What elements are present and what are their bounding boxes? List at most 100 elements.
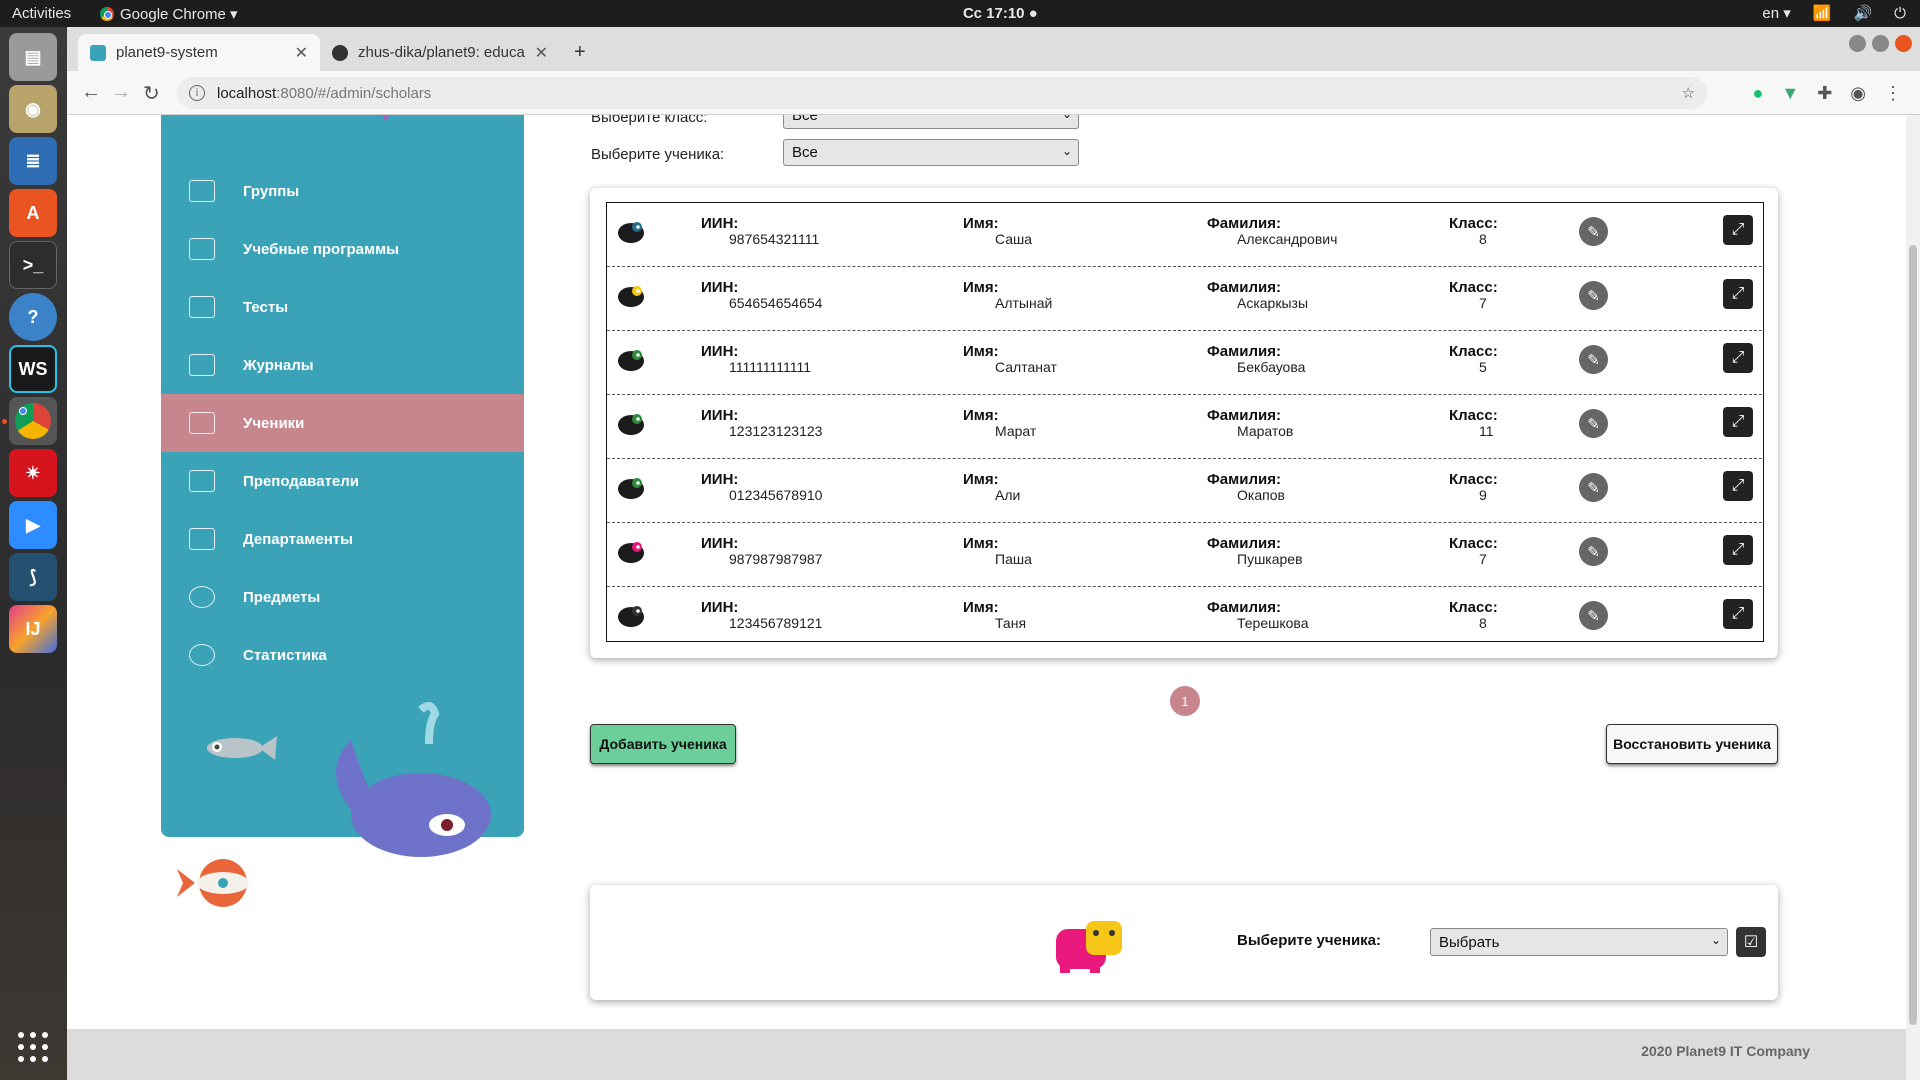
volume-icon[interactable]: 🔊	[1853, 4, 1872, 22]
cat-icon	[618, 414, 644, 435]
forward-icon[interactable]: →	[111, 81, 131, 104]
class-label: Класс:	[1449, 599, 1498, 616]
expand-student-button[interactable]: ⤢	[1723, 471, 1753, 501]
sidebar-item-label: Департаменты	[243, 530, 353, 548]
edit-student-button[interactable]: ✎	[1579, 537, 1608, 566]
surname-label: Фамилия:	[1207, 215, 1281, 232]
lang-indicator[interactable]: en ▾	[1762, 4, 1790, 22]
new-tab-button[interactable]: +	[562, 34, 602, 71]
sidebar-item-departments[interactable]: Департаменты	[161, 510, 524, 568]
extensions-puzzle-icon[interactable]: ✚	[1817, 83, 1832, 104]
rocket-fish-illustration-icon	[177, 859, 249, 907]
edit-student-button[interactable]: ✎	[1579, 217, 1608, 246]
add-student-button[interactable]: Добавить ученика	[590, 724, 736, 764]
edit-student-button[interactable]: ✎	[1579, 345, 1608, 374]
sidebar-item-tests[interactable]: Тесты	[161, 278, 524, 336]
iin-label: ИИН:	[701, 215, 739, 232]
power-icon[interactable]: ⏻	[1894, 5, 1906, 22]
webstorm-icon[interactable]: WS	[9, 345, 57, 393]
expand-student-button[interactable]: ⤢	[1723, 279, 1753, 309]
pencil-icon: ✎	[1587, 287, 1600, 305]
students-card: ИИН: 987654321111 Имя: Саша Фамилия: Александ…	[590, 188, 1778, 658]
close-tab-icon[interactable]: ✕	[535, 43, 548, 63]
show-apps-icon[interactable]	[18, 1032, 48, 1062]
confirm-select-button[interactable]: ☑	[1736, 927, 1766, 957]
terminal-icon[interactable]: >_	[9, 241, 57, 289]
page-scrollbar[interactable]	[1906, 115, 1920, 1080]
bookmark-star-icon[interactable]: ☆	[1682, 84, 1695, 102]
minimize-icon[interactable]	[1849, 35, 1866, 52]
chrome-dock-icon[interactable]	[9, 397, 57, 445]
edit-student-button[interactable]: ✎	[1579, 601, 1608, 630]
sidebar-item-subjects[interactable]: Предметы	[161, 568, 524, 626]
table-row: ИИН: 111111111111 Имя: Салтанат Фамилия: Бекб…	[607, 331, 1762, 395]
edit-student-button[interactable]: ✎	[1579, 473, 1608, 502]
help-icon[interactable]: ?	[9, 293, 57, 341]
surname-value: Александрович	[1237, 231, 1338, 247]
hippo-illustration-icon	[1056, 921, 1122, 973]
restore-student-button[interactable]: Восстановить ученика	[1606, 724, 1778, 764]
software-center-icon[interactable]: A	[9, 189, 57, 237]
address-bar[interactable]: i localhost:8080/#/admin/scholars ☆	[177, 77, 1707, 109]
github-favicon-icon	[332, 44, 348, 61]
iin-value: 987987987987	[729, 551, 823, 567]
rhythmbox-icon[interactable]: ◉	[9, 85, 57, 133]
edit-student-button[interactable]: ✎	[1579, 409, 1608, 438]
back-icon[interactable]: ←	[81, 81, 101, 104]
files-icon[interactable]: ▤	[9, 33, 57, 81]
sidebar-item-groups[interactable]: Группы	[161, 162, 524, 220]
browser-toolbar: ← → ↻ i localhost:8080/#/admin/scholars …	[67, 71, 1920, 115]
grammarly-icon[interactable]: ●	[1752, 83, 1763, 104]
close-tab-icon[interactable]: ✕	[295, 43, 308, 63]
surname-label: Фамилия:	[1207, 471, 1281, 488]
reload-icon[interactable]: ↻	[143, 81, 160, 106]
activities-button[interactable]: Activities	[12, 5, 71, 22]
app-menu[interactable]: Google Chrome ▾	[100, 5, 238, 23]
maximize-icon[interactable]	[1872, 35, 1889, 52]
intellij-icon[interactable]: IJ	[9, 605, 57, 653]
vue-devtools-icon[interactable]: ▼	[1781, 83, 1799, 104]
sidebar-item-teachers[interactable]: Преподаватели	[161, 452, 524, 510]
page-viewport: Группы Учебные программы Тесты Журналы У…	[67, 115, 1920, 1080]
menu-dots-icon[interactable]: ⋮	[1884, 83, 1902, 104]
table-row: ИИН: 123456789121 Имя: Таня Фамилия: Терешков…	[607, 587, 1762, 651]
sidebar-item-statistics[interactable]: Статистика	[161, 626, 524, 684]
scrollbar-thumb[interactable]	[1909, 245, 1917, 1025]
system-tray[interactable]: en ▾ 📶 🔊 ⏻	[1762, 4, 1906, 23]
network-icon[interactable]: 📶	[1813, 4, 1832, 22]
close-window-icon[interactable]	[1895, 35, 1912, 52]
name-value: Паша	[995, 551, 1032, 567]
check-square-icon: ☑	[1743, 934, 1759, 951]
sidebar-item-curriculum[interactable]: Учебные программы	[161, 220, 524, 278]
expand-student-button[interactable]: ⤢	[1723, 407, 1753, 437]
class-value: 8	[1479, 615, 1487, 631]
admin-sidebar: Группы Учебные программы Тесты Журналы У…	[161, 115, 524, 907]
url-path: :8080/#/admin/scholars	[276, 84, 432, 102]
chevron-down-icon: ⌄	[1710, 933, 1721, 947]
site-info-icon[interactable]: i	[189, 85, 205, 101]
surname-label: Фамилия:	[1207, 407, 1281, 424]
zoom-icon[interactable]: ▶	[9, 501, 57, 549]
class-value: 5	[1479, 359, 1487, 375]
expand-student-button[interactable]: ⤢	[1723, 343, 1753, 373]
sidebar-item-students[interactable]: Ученики	[161, 394, 524, 452]
expand-student-button[interactable]: ⤢	[1723, 599, 1753, 629]
student-filter-select[interactable]: Все ⌄	[783, 139, 1079, 166]
class-filter-select[interactable]: Все ⌄	[783, 115, 1079, 129]
clock[interactable]: Сс 17:10 ●	[963, 5, 1038, 22]
surname-label: Фамилия:	[1207, 599, 1281, 616]
edit-student-button[interactable]: ✎	[1579, 281, 1608, 310]
pagination-page[interactable]: 1	[1170, 686, 1200, 716]
expand-student-button[interactable]: ⤢	[1723, 535, 1753, 565]
select-student-dropdown[interactable]: Выбрать ⌄	[1430, 928, 1728, 956]
profile-icon[interactable]: ◉	[1850, 83, 1866, 104]
chameleon-icon	[618, 350, 644, 371]
wolfram-icon[interactable]: ✴	[9, 449, 57, 497]
sidebar-item-journals[interactable]: Журналы	[161, 336, 524, 394]
tab-planet9-system[interactable]: planet9-system ✕	[78, 34, 320, 71]
tab-github[interactable]: zhus-dika/planet9: educa ✕	[320, 34, 560, 71]
mysql-workbench-icon[interactable]: ⟆	[9, 553, 57, 601]
pencil-icon: ✎	[1587, 479, 1600, 497]
writer-icon[interactable]: ≣	[9, 137, 57, 185]
expand-student-button[interactable]: ⤢	[1723, 215, 1753, 245]
